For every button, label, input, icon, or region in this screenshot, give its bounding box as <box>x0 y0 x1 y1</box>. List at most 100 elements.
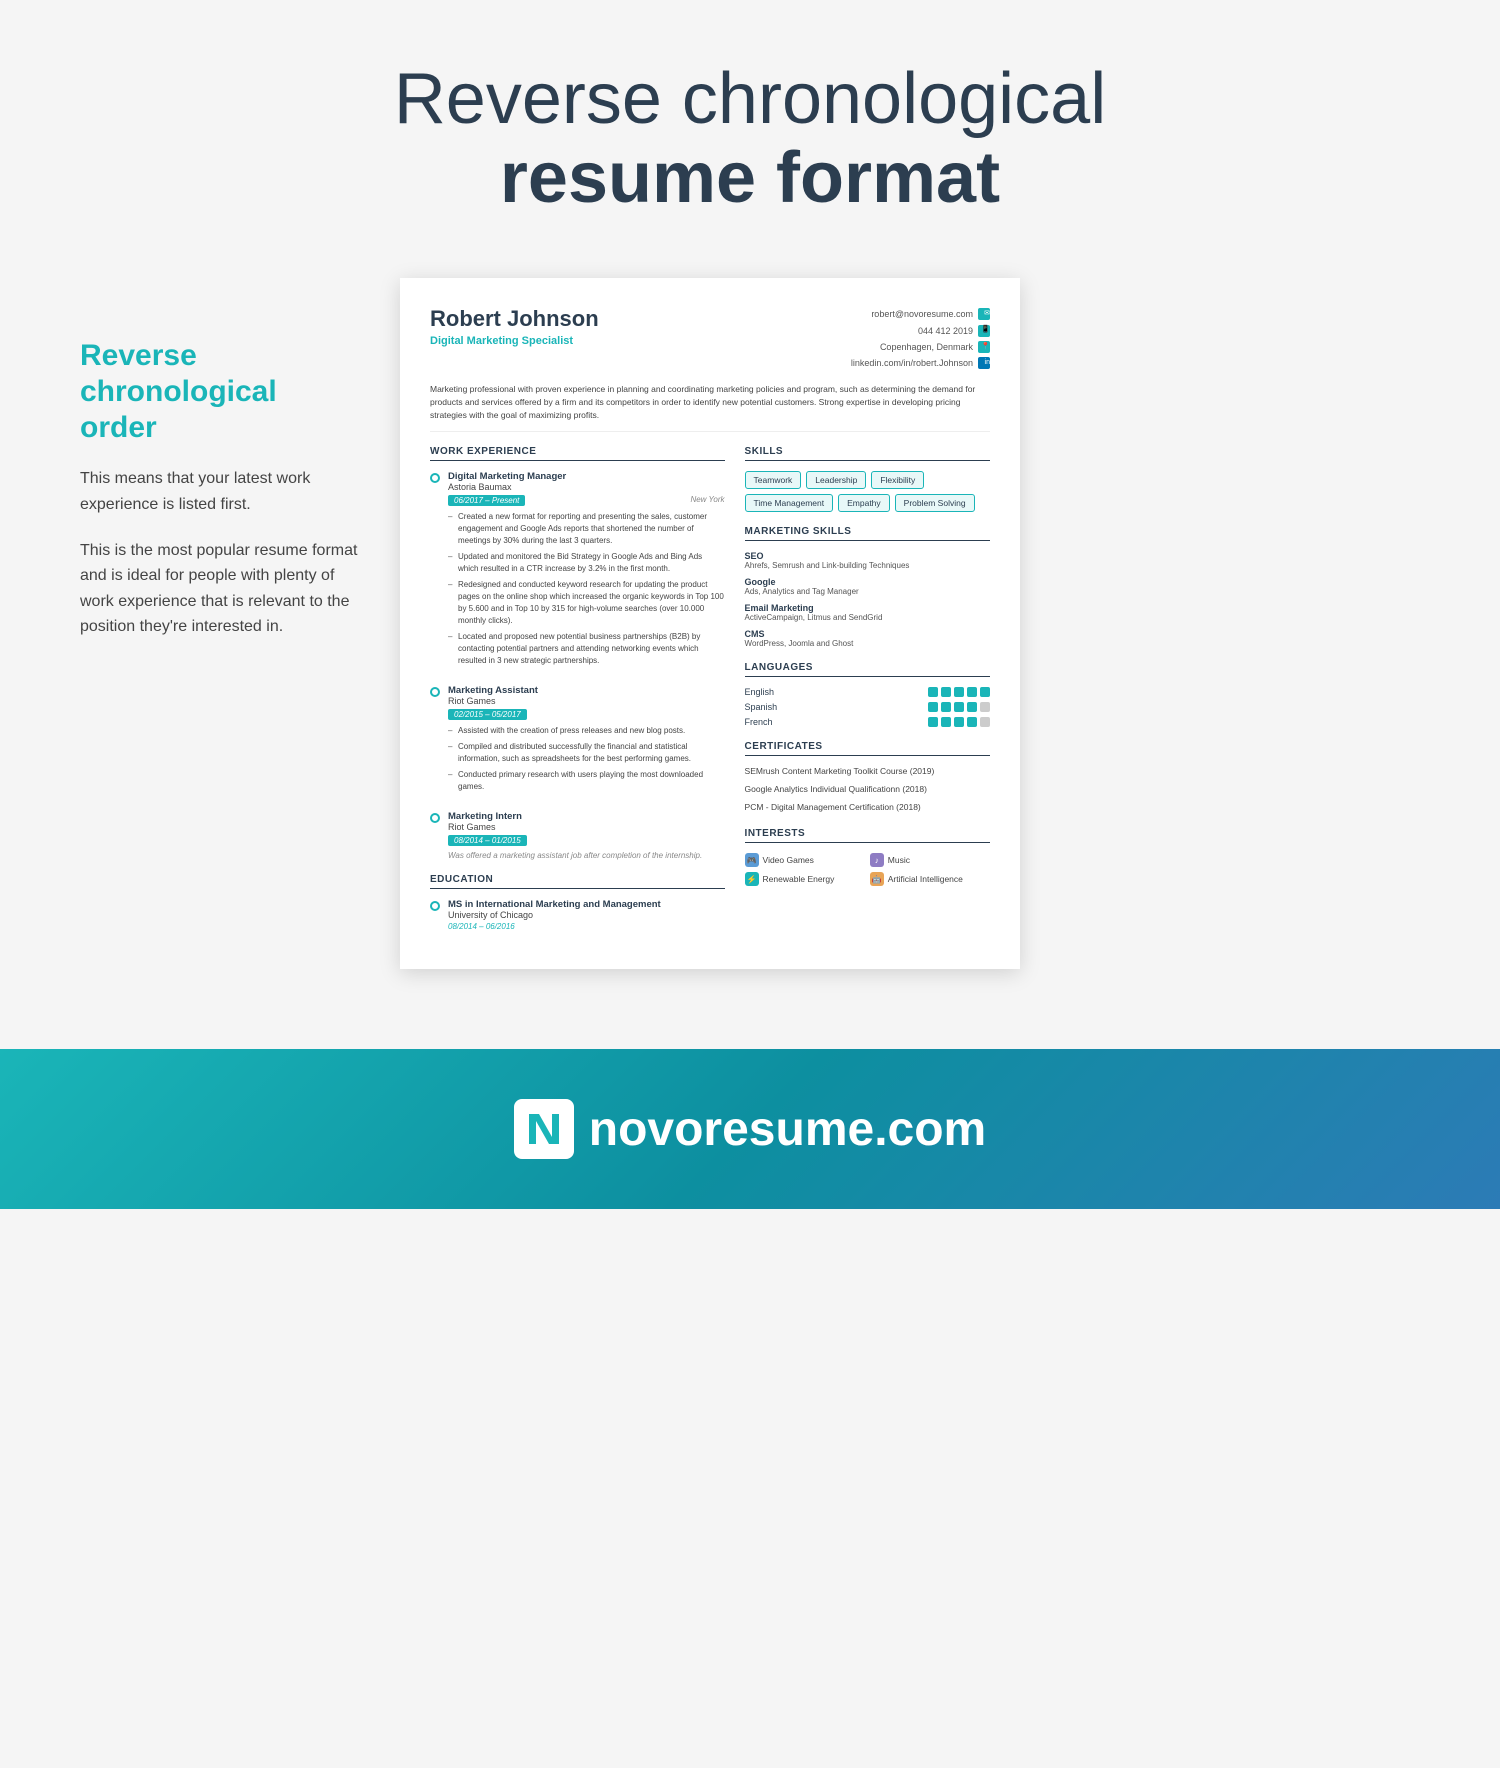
footer-logo: novoresume.com <box>514 1099 986 1159</box>
footer-brand-text: novoresume.com <box>589 1102 986 1157</box>
interest-label-music: Music <box>888 855 910 865</box>
left-sidebar: Reverse chronological order This means t… <box>80 278 400 660</box>
interest-energy: ⚡ Renewable Energy <box>745 872 865 886</box>
interest-videogames: 🎮 Video Games <box>745 853 865 867</box>
resume-right-column: SKILLS Teamwork Leadership Flexibility T… <box>745 446 990 941</box>
page-footer: novoresume.com <box>0 1049 1500 1209</box>
job-title-1: Digital Marketing Manager <box>448 471 725 482</box>
job-date-2: 02/2015 – 05/2017 <box>448 709 527 720</box>
interest-music: ♪ Music <box>870 853 990 867</box>
marketing-skills-title: MARKETING SKILLS <box>745 526 990 541</box>
skill-tag-problem-solving: Problem Solving <box>895 494 975 512</box>
job-date-1: 06/2017 – Present <box>448 495 525 506</box>
contact-email: robert@novoresume.com ✉ <box>851 306 990 322</box>
job-intern-note: Was offered a marketing assistant job af… <box>448 851 725 860</box>
resume-columns: WORK EXPERIENCE Digital Marketing Manage… <box>430 446 990 941</box>
bullet: Redesigned and conducted keyword researc… <box>448 579 725 627</box>
skills-tags-container: Teamwork Leadership Flexibility Time Man… <box>745 471 990 512</box>
lang-name-english: English <box>745 687 795 697</box>
sidebar-heading: Reverse chronological order <box>80 338 360 446</box>
job-date-3: 08/2014 – 01/2015 <box>448 835 527 846</box>
edu-date-1: 08/2014 – 06/2016 <box>448 922 661 931</box>
ms-desc-email: ActiveCampaign, Litmus and SendGrid <box>745 613 990 622</box>
resume-left-column: WORK EXPERIENCE Digital Marketing Manage… <box>430 446 725 941</box>
cert-3: PCM - Digital Management Certification (… <box>745 802 990 814</box>
logo-svg <box>524 1109 564 1149</box>
resume-wrapper: Robert Johnson Digital Marketing Special… <box>400 278 1020 969</box>
skill-tag-time-management: Time Management <box>745 494 834 512</box>
ms-name-cms: CMS <box>745 629 990 639</box>
lang-dots-spanish <box>928 702 990 712</box>
skill-tag-teamwork: Teamwork <box>745 471 802 489</box>
contact-location: Copenhagen, Denmark 📍 <box>851 339 990 355</box>
job-company-3: Riot Games <box>448 822 725 832</box>
bullet: Updated and monitored the Bid Strategy i… <box>448 551 725 575</box>
edu-dot-1 <box>430 901 440 911</box>
interest-label-ai: Artificial Intelligence <box>888 874 963 884</box>
lang-dot <box>941 687 951 697</box>
job-bullets-1: Created a new format for reporting and p… <box>448 511 725 667</box>
lang-dot <box>967 717 977 727</box>
lang-dot <box>941 702 951 712</box>
job-entry-3: Marketing Intern Riot Games 08/2014 – 01… <box>430 811 725 860</box>
edu-school-1: University of Chicago <box>448 910 661 920</box>
job-dot-2 <box>430 687 440 697</box>
lang-dot <box>980 687 990 697</box>
certificates-title: CERTIFICATES <box>745 741 990 756</box>
sidebar-paragraph-2: This is the most popular resume format a… <box>80 538 360 640</box>
job-content-2: Marketing Assistant Riot Games 02/2015 –… <box>448 685 725 797</box>
edu-degree-1: MS in International Marketing and Manage… <box>448 899 661 910</box>
job-title-3: Marketing Intern <box>448 811 725 822</box>
music-icon: ♪ <box>870 853 884 867</box>
job-content-1: Digital Marketing Manager Astoria Baumax… <box>448 471 725 671</box>
job-bullets-2: Assisted with the creation of press rele… <box>448 725 725 793</box>
cert-2: Google Analytics Individual Qualificatio… <box>745 784 990 796</box>
work-experience-title: WORK EXPERIENCE <box>430 446 725 461</box>
ms-desc-google: Ads, Analytics and Tag Manager <box>745 587 990 596</box>
cert-1: SEMrush Content Marketing Toolkit Course… <box>745 766 990 778</box>
lang-dot <box>954 717 964 727</box>
energy-icon: ⚡ <box>745 872 759 886</box>
bullet: Compiled and distributed successfully th… <box>448 741 725 765</box>
lang-dot <box>928 702 938 712</box>
skill-tag-leadership: Leadership <box>806 471 866 489</box>
lang-dots-english <box>928 687 990 697</box>
lang-dots-french <box>928 717 990 727</box>
location-icon: 📍 <box>978 341 990 353</box>
lang-dot <box>967 702 977 712</box>
job-entry-1: Digital Marketing Manager Astoria Baumax… <box>430 471 725 671</box>
edu-entry-1: MS in International Marketing and Manage… <box>430 899 725 931</box>
main-content: Reverse chronological order This means t… <box>0 258 1500 1029</box>
bullet: Located and proposed new potential busin… <box>448 631 725 667</box>
job-dot-3 <box>430 813 440 823</box>
job-company-1: Astoria Baumax <box>448 482 725 492</box>
education-title: EDUCATION <box>430 874 725 889</box>
contact-linkedin: linkedin.com/in/robert.Johnson in <box>851 355 990 371</box>
interest-ai: 🤖 Artificial Intelligence <box>870 872 990 886</box>
logo-icon <box>514 1099 574 1159</box>
interest-label-videogames: Video Games <box>763 855 814 865</box>
skill-tag-flexibility: Flexibility <box>871 471 924 489</box>
language-french: French <box>745 717 990 727</box>
ai-icon: 🤖 <box>870 872 884 886</box>
job-date-row-3: 08/2014 – 01/2015 <box>448 835 725 846</box>
skills-title: SKILLS <box>745 446 990 461</box>
lang-dot-empty <box>980 702 990 712</box>
bullet: Assisted with the creation of press rele… <box>448 725 725 737</box>
ms-desc-cms: WordPress, Joomla and Ghost <box>745 639 990 648</box>
bullet: Conducted primary research with users pl… <box>448 769 725 793</box>
resume-header: Robert Johnson Digital Marketing Special… <box>430 306 990 371</box>
job-company-2: Riot Games <box>448 696 725 706</box>
ms-name-google: Google <box>745 577 990 587</box>
job-location-1: New York <box>690 495 724 506</box>
lang-dot <box>954 702 964 712</box>
skill-tag-empathy: Empathy <box>838 494 890 512</box>
lang-dot <box>941 717 951 727</box>
edu-content-1: MS in International Marketing and Manage… <box>448 899 661 931</box>
job-title-2: Marketing Assistant <box>448 685 725 696</box>
bullet: Created a new format for reporting and p… <box>448 511 725 547</box>
resume-card: Robert Johnson Digital Marketing Special… <box>400 278 1020 969</box>
marketing-skill-google: Google Ads, Analytics and Tag Manager <box>745 577 990 596</box>
resume-contact: robert@novoresume.com ✉ 044 412 2019 📱 C… <box>851 306 990 371</box>
interest-label-energy: Renewable Energy <box>763 874 835 884</box>
